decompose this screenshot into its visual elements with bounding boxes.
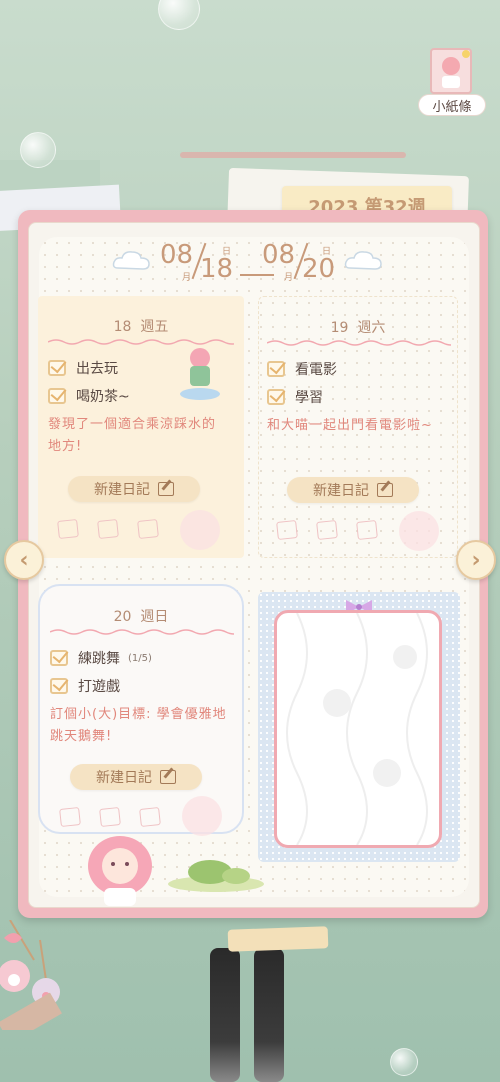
day-card-18[interactable]: 18 週五 出去玩 喝奶茶~ 發現了一個適合乘涼踩水的地方! 新建日記 <box>38 296 244 558</box>
day-title: 20 週日 <box>113 609 169 625</box>
mood-slot[interactable] <box>356 520 378 540</box>
date-dash <box>240 274 274 276</box>
task-item[interactable]: 學習 <box>267 387 323 407</box>
mood-slot[interactable] <box>139 807 161 827</box>
next-week-button[interactable]: › <box>456 540 496 580</box>
end-month: 08 <box>262 240 296 270</box>
day-title: 18 週五 <box>113 319 169 335</box>
girl-sticker <box>88 836 152 906</box>
mood-circle[interactable] <box>399 511 439 551</box>
start-month: 08 <box>160 240 194 270</box>
task-item[interactable]: 喝奶茶~ <box>48 386 130 406</box>
checkbox-icon[interactable] <box>267 361 285 377</box>
wave-divider <box>50 629 234 635</box>
new-diary-button[interactable]: 新建日記 <box>287 477 419 503</box>
chevron-left-icon: ‹ <box>19 547 29 573</box>
memo-icon <box>430 48 472 94</box>
new-diary-button[interactable]: 新建日記 <box>70 764 202 790</box>
cloud-icon <box>112 251 150 270</box>
task-item[interactable]: 看電影 <box>267 359 337 379</box>
mood-circle[interactable] <box>180 510 220 550</box>
task-item[interactable]: 練跳舞 (1/5) <box>50 648 152 668</box>
paw-charm-decoration <box>0 920 62 1030</box>
day-card-19[interactable]: 19 週六 看電影 學習 和大喵一起出門看電影啦~ 新建日記 <box>258 296 458 558</box>
cloud-icon <box>344 251 382 270</box>
mood-slot[interactable] <box>99 807 121 827</box>
task-progress: (1/5) <box>128 652 152 664</box>
wave-divider <box>267 340 451 346</box>
hanging-rail <box>180 152 406 158</box>
month-char: 月 <box>284 273 294 283</box>
checkbox-icon[interactable] <box>50 678 68 694</box>
bubble-decoration <box>20 132 56 168</box>
bubble-decoration <box>390 1048 418 1076</box>
flower-pattern <box>286 612 428 846</box>
character-sticker <box>180 348 220 400</box>
task-item[interactable]: 打遊戲 <box>50 676 120 696</box>
photo-frame[interactable] <box>258 592 460 862</box>
day-title: 19 週六 <box>330 320 386 336</box>
mood-circle[interactable] <box>182 796 222 836</box>
prev-week-button[interactable]: ‹ <box>4 540 44 580</box>
edit-icon <box>377 483 393 497</box>
memo-label: 小紙條 <box>418 94 486 116</box>
mood-slot[interactable] <box>316 520 338 540</box>
mood-slot[interactable] <box>276 520 298 540</box>
checkbox-icon[interactable] <box>267 389 285 405</box>
new-diary-button[interactable]: 新建日記 <box>68 476 200 502</box>
start-day: 18 <box>200 254 234 284</box>
checkbox-icon[interactable] <box>48 360 66 376</box>
character-legs <box>210 948 286 1082</box>
chevron-right-icon: › <box>471 547 481 573</box>
end-day: 20 <box>302 254 336 284</box>
grass-sticker <box>168 860 264 892</box>
edit-icon <box>158 482 174 496</box>
task-item[interactable]: 出去玩 <box>48 358 118 378</box>
checkbox-icon[interactable] <box>48 388 66 404</box>
bubble-decoration <box>158 0 200 30</box>
mood-slot[interactable] <box>57 519 79 539</box>
checkbox-icon[interactable] <box>50 650 68 666</box>
mood-slot[interactable] <box>137 519 159 539</box>
day-card-20[interactable]: 20 週日 練跳舞 (1/5) 打遊戲 訂個小(大)目標: 學會優雅地跳天鵝舞! … <box>38 584 244 834</box>
diary-note: 發現了一個適合乘涼踩水的地方! <box>48 417 217 454</box>
diary-note: 和大喵一起出門看電影啦~ <box>267 418 433 433</box>
mood-slot[interactable] <box>59 807 81 827</box>
month-char: 月 <box>182 273 192 283</box>
diary-note: 訂個小(大)目標: 學會優雅地跳天鵝舞! <box>50 707 227 744</box>
bottom-paper-strip <box>227 926 329 952</box>
photo-slot[interactable] <box>274 610 442 848</box>
edit-icon <box>160 770 176 784</box>
memo-button[interactable]: 小紙條 <box>418 48 486 122</box>
mood-slot[interactable] <box>97 519 119 539</box>
date-range-header: 08 月 日 18 08 月 日 20 <box>112 240 382 286</box>
